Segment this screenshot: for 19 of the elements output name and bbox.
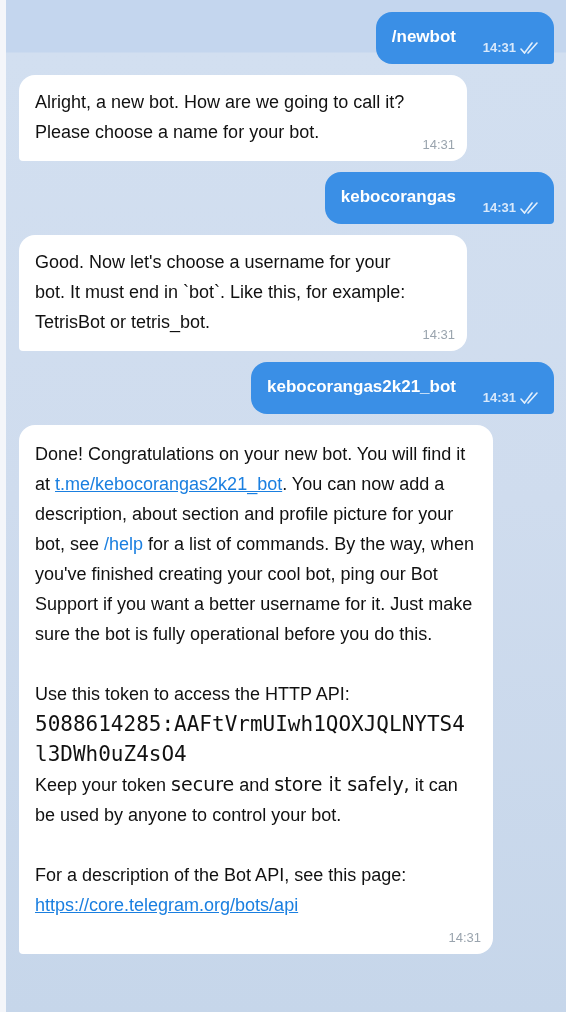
message-text: Done! Congratulations on your new bot. You will find it at t.me/kebocorangas2k21_bot. You can now add a description, about section and profile picture for your bot, see /help for a list of commands. By the way, when you've finished creating your cool bot, ping our Bot Support if you want a better username for it. Just make sure the bot is fully operational before you do this. <box>35 443 475 646</box>
message-time: 14:31 <box>448 930 481 946</box>
message-time: 14:31 <box>482 200 516 216</box>
command-link[interactable]: /help <box>104 534 144 554</box>
message-text: /newbot <box>391 27 456 46</box>
token-text: 5088614285:AAFtVrmUIwh1QOXJQLNYTS4l3DWh0uZ4sO4 <box>35 711 466 768</box>
message-time: 14:31 <box>422 137 455 153</box>
message-text: Use this token to access the HTTP API: <box>35 683 351 706</box>
link[interactable]: https://core.telegram.org/bots/api <box>35 895 299 915</box>
link[interactable]: t.me/kebocorangas2k21_bot <box>55 474 283 494</box>
message-time: 14:31 <box>422 327 455 343</box>
message-text: kebocorangas2k21_bot <box>267 377 456 396</box>
message-time: 14:31 <box>482 390 516 406</box>
message-text: For a description of the Bot API, see this page: https://core.telegram.org/bots/api <box>35 864 408 917</box>
message-text: Good. Now let's choose a username for your bot. It must end in `bot`. Like this, for example: TetrisBot or tetris_bot. <box>35 252 406 332</box>
message-text: Alright, a new bot. How are we going to call it? Please choose a name for your bot. <box>35 92 405 142</box>
message-text: Keep your token secure and store it safely, it can be used by anyone to control your bot. <box>35 772 459 827</box>
message-text: kebocorangas <box>340 187 456 206</box>
message-time: 14:31 <box>482 40 516 56</box>
